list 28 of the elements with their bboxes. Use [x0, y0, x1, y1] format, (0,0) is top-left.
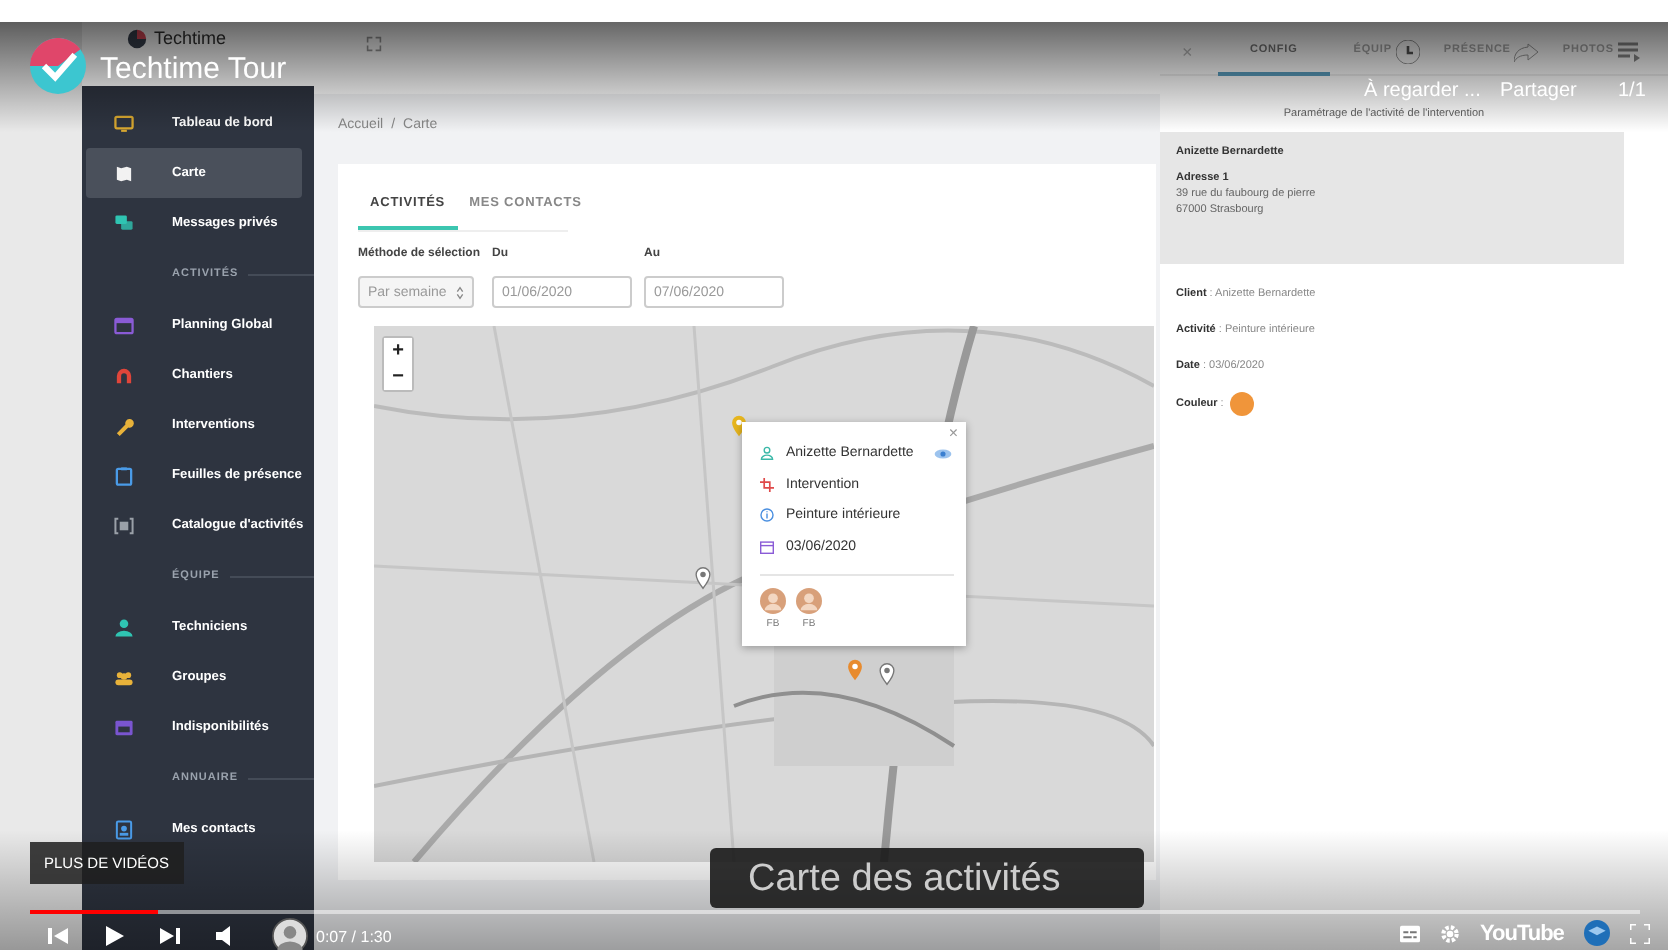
calendar-icon — [760, 539, 774, 554]
video-time: 0:07 / 1:30 — [316, 927, 392, 945]
fullscreen-icon[interactable] — [1629, 923, 1650, 943]
info-icon — [760, 508, 774, 523]
next-icon[interactable] — [160, 926, 180, 946]
channel-logo-icon[interactable] — [30, 38, 86, 94]
person-icon — [760, 446, 774, 461]
chevron-icon — [456, 285, 464, 299]
settings-icon[interactable] — [1440, 923, 1460, 943]
playlist-icon[interactable] — [1617, 40, 1642, 64]
avatar-icon — [272, 918, 308, 950]
volume-icon[interactable] — [216, 926, 236, 946]
playlist-position: 1/1 — [1618, 80, 1646, 102]
expand-icon[interactable] — [366, 36, 382, 52]
avatar-icon — [796, 588, 822, 614]
avatar-icon — [760, 588, 786, 614]
share-icon[interactable] — [1514, 40, 1539, 64]
eye-icon[interactable] — [933, 447, 952, 460]
clock-icon[interactable] — [1395, 40, 1420, 64]
pin-icon[interactable] — [694, 566, 712, 590]
pin-icon[interactable] — [878, 662, 896, 686]
play-icon[interactable] — [104, 926, 124, 946]
subtitle-caption: Carte des activités — [710, 848, 1144, 908]
pin-icon[interactable] — [846, 658, 864, 682]
crop-icon — [760, 477, 774, 492]
app-logo-text: Techtime — [154, 28, 227, 48]
logo-icon — [126, 28, 148, 50]
previous-icon[interactable] — [48, 926, 68, 946]
